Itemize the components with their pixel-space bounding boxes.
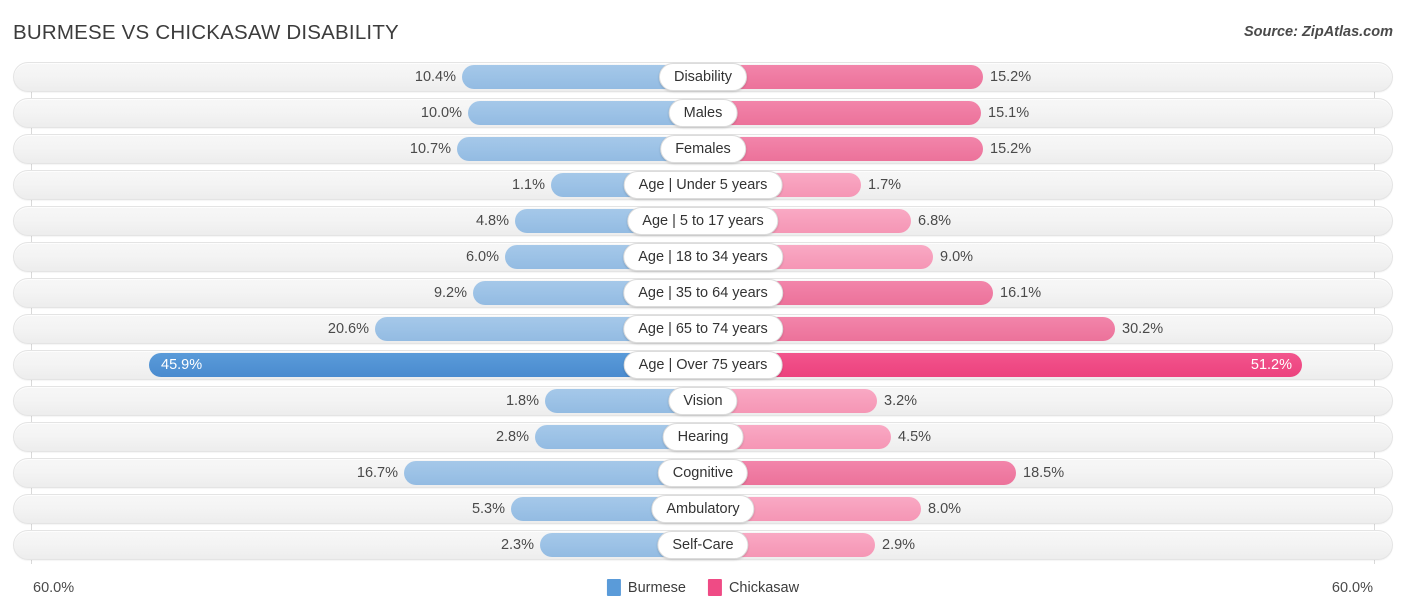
value-label-burmese: 6.0% — [465, 249, 499, 265]
value-label-burmese: 1.8% — [505, 393, 539, 409]
table-row: 10.0% 15.1% Males — [0, 98, 1406, 128]
value-label-chickasaw: 8.0% — [928, 501, 962, 517]
category-label-pill: Age | Under 5 years — [623, 171, 783, 199]
value-label-chickasaw: 9.0% — [940, 249, 974, 265]
value-label-chickasaw: 2.9% — [882, 537, 916, 553]
value-label-burmese: 5.3% — [471, 501, 505, 517]
axis-max-left: 60.0% — [33, 580, 75, 596]
table-row: 20.6% 30.2% Age | 65 to 74 years — [0, 314, 1406, 344]
legend-item[interactable]: Burmese — [606, 579, 686, 596]
table-row: 2.3% 2.9% Self-Care — [0, 530, 1406, 560]
table-row: 10.7% 15.2% Females — [0, 134, 1406, 164]
value-label-burmese: 1.1% — [511, 177, 545, 193]
page-title: BURMESE VS CHICKASAW DISABILITY — [13, 21, 399, 44]
bar-chickasaw — [703, 461, 1016, 485]
category-label-pill: Age | 5 to 17 years — [627, 207, 779, 235]
chart-footer: 60.0% 60.0% Burmese Chickasaw — [0, 572, 1406, 612]
value-label-burmese: 2.8% — [495, 429, 529, 445]
value-label-chickasaw: 15.2% — [990, 141, 1032, 157]
value-label-chickasaw: 3.2% — [884, 393, 918, 409]
category-label-pill: Cognitive — [657, 459, 749, 487]
bar-chickasaw — [703, 101, 981, 125]
legend-item[interactable]: Chickasaw — [707, 579, 800, 596]
value-label-chickasaw: 15.2% — [990, 69, 1032, 85]
value-label-burmese: 10.4% — [414, 69, 456, 85]
category-label-pill: Ambulatory — [651, 495, 755, 523]
table-row: 4.8% 6.8% Age | 5 to 17 years — [0, 206, 1406, 236]
value-label-chickasaw: 30.2% — [1122, 321, 1164, 337]
bar-chickasaw — [703, 353, 1302, 377]
value-label-burmese: 20.6% — [327, 321, 369, 337]
value-label-chickasaw: 16.1% — [1000, 285, 1042, 301]
legend-swatch-icon — [707, 579, 722, 596]
chart-plot-area: 10.4% 15.2% Disability 10.0% 15.1% Males 10.7%… — [0, 62, 1406, 572]
category-label-pill: Disability — [658, 63, 748, 91]
chart-header: BURMESE VS CHICKASAW DISABILITY Source: … — [0, 0, 1406, 62]
legend-label: Chickasaw — [728, 579, 800, 596]
value-label-burmese: 2.3% — [500, 537, 534, 553]
value-label-burmese: 16.7% — [356, 465, 398, 481]
table-row: 2.8% 4.5% Hearing — [0, 422, 1406, 452]
category-label-pill: Hearing — [662, 423, 744, 451]
table-row: 1.8% 3.2% Vision — [0, 386, 1406, 416]
legend-swatch-icon — [606, 579, 621, 596]
value-label-burmese: 4.8% — [475, 213, 509, 229]
legend-label: Burmese — [627, 579, 686, 596]
value-label-chickasaw: 15.1% — [988, 105, 1030, 121]
category-label-pill: Age | 18 to 34 years — [623, 243, 783, 271]
value-label-burmese: 10.0% — [420, 105, 462, 121]
source-attribution: Source: ZipAtlas.com — [1243, 24, 1393, 40]
value-label-burmese: 45.9% — [161, 357, 203, 373]
value-label-chickasaw: 1.7% — [868, 177, 902, 193]
category-label-pill: Males — [668, 99, 738, 127]
value-label-chickasaw: 18.5% — [1023, 465, 1065, 481]
table-row: 10.4% 15.2% Disability — [0, 62, 1406, 92]
axis-max-right: 60.0% — [1331, 580, 1373, 596]
bar-burmese — [149, 353, 703, 377]
chart-legend: Burmese Chickasaw — [606, 579, 800, 596]
category-label-pill: Age | Over 75 years — [623, 351, 783, 379]
table-row: 9.2% 16.1% Age | 35 to 64 years — [0, 278, 1406, 308]
bar-row-list: 10.4% 15.2% Disability 10.0% 15.1% Males 10.7%… — [0, 62, 1406, 566]
table-row: 45.9% 51.2% Age | Over 75 years — [0, 350, 1406, 380]
value-label-chickasaw: 6.8% — [918, 213, 952, 229]
table-row: 6.0% 9.0% Age | 18 to 34 years — [0, 242, 1406, 272]
value-label-chickasaw: 4.5% — [898, 429, 932, 445]
value-label-chickasaw: 51.2% — [1250, 357, 1292, 373]
value-label-burmese: 9.2% — [433, 285, 467, 301]
table-row: 16.7% 18.5% Cognitive — [0, 458, 1406, 488]
value-label-burmese: 10.7% — [409, 141, 451, 157]
category-label-pill: Age | 65 to 74 years — [623, 315, 783, 343]
category-label-pill: Females — [660, 135, 746, 163]
table-row: 5.3% 8.0% Ambulatory — [0, 494, 1406, 524]
category-label-pill: Self-Care — [657, 531, 749, 559]
category-label-pill: Age | 35 to 64 years — [623, 279, 783, 307]
table-row: 1.1% 1.7% Age | Under 5 years — [0, 170, 1406, 200]
chart-container: BURMESE VS CHICKASAW DISABILITY Source: … — [0, 0, 1406, 612]
category-label-pill: Vision — [668, 387, 738, 415]
